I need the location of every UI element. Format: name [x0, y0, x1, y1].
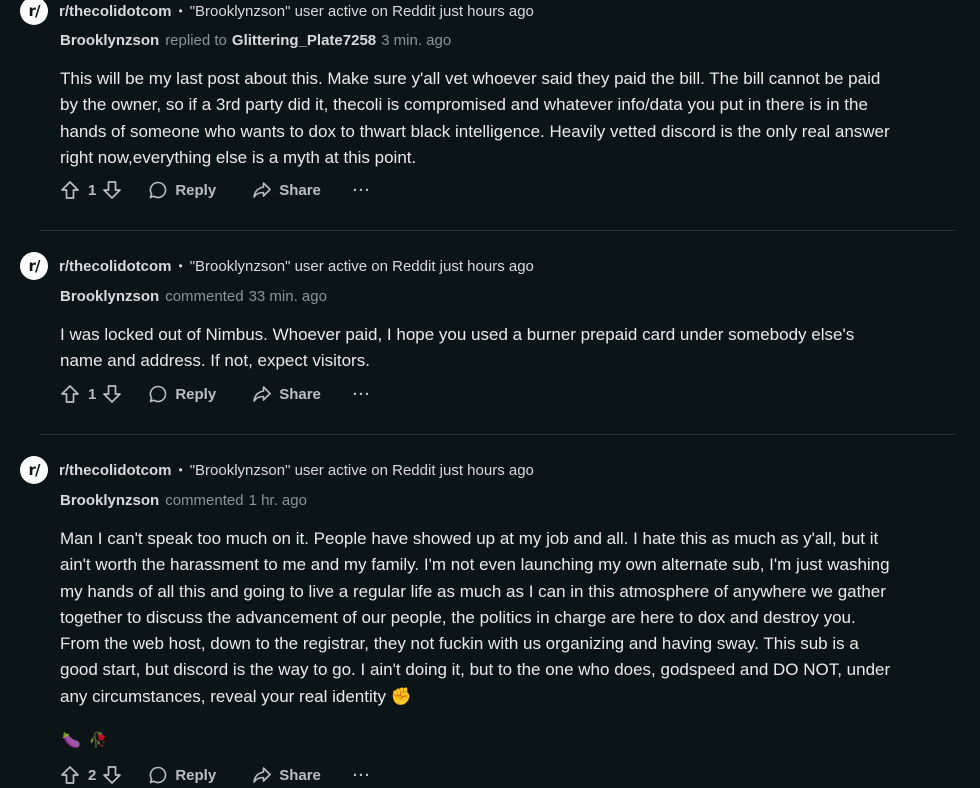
share-icon [253, 182, 272, 198]
share-label: Share [279, 181, 321, 199]
post-title-link[interactable]: "Brooklynzson" user active on Reddit jus… [190, 3, 534, 20]
comment-body: I was locked out of Nimbus. Whoever paid… [60, 325, 855, 371]
comment-action: commented [165, 288, 244, 305]
reply-button[interactable]: Reply [148, 180, 216, 200]
reply-label: Reply [175, 766, 217, 784]
share-label: Share [279, 385, 321, 403]
subreddit-link[interactable]: r/thecolidotcom [59, 462, 172, 479]
subreddit-avatar[interactable]: r/ [20, 456, 48, 484]
subreddit-link[interactable]: r/thecolidotcom [59, 258, 172, 275]
downvote-button[interactable] [102, 180, 122, 200]
author-link[interactable]: Brooklynzson [60, 32, 159, 49]
comment-action: replied to [165, 32, 227, 49]
upvote-button[interactable] [60, 765, 80, 785]
post-title-link[interactable]: "Brooklynzson" user active on Reddit jus… [190, 462, 534, 479]
comment-divider [40, 230, 955, 231]
reply-target-link[interactable]: Glittering_Plate7258 [232, 32, 376, 49]
author-link[interactable]: Brooklynzson [60, 288, 159, 305]
upvote-icon [61, 385, 79, 403]
reply-label: Reply [175, 385, 217, 403]
more-options-button[interactable]: ··· [353, 386, 371, 403]
vote-count: 1 [88, 385, 97, 403]
comment-header: r/ r/thecolidotcom • "Brooklynzson" user… [20, 252, 534, 280]
separator-dot: • [178, 4, 183, 18]
comment-actions: 1 Reply Share ··· [60, 381, 371, 407]
share-label: Share [279, 766, 321, 784]
upvote-icon [61, 766, 79, 784]
comment-meta: Brooklynzson replied to Glittering_Plate… [60, 32, 451, 49]
upvote-button[interactable] [60, 180, 80, 200]
comment-actions: 1 Reply Share ··· [60, 177, 371, 203]
comment-timestamp[interactable]: 3 min. ago [381, 32, 451, 49]
share-button[interactable]: Share [252, 180, 321, 200]
share-button[interactable]: Share [252, 384, 321, 404]
downvote-icon [103, 181, 122, 199]
chat-bubble-icon [149, 766, 167, 784]
comment-actions: 2 Reply Share ··· [60, 762, 371, 788]
reaction-emoji[interactable]: 🍆 [62, 731, 81, 749]
share-icon [253, 386, 272, 402]
share-button[interactable]: Share [252, 765, 321, 785]
comment-divider [40, 434, 955, 435]
upvote-button[interactable] [60, 384, 80, 404]
reply-label: Reply [175, 181, 217, 199]
upvote-icon [61, 181, 79, 199]
reply-button[interactable]: Reply [148, 384, 216, 404]
reply-button[interactable]: Reply [148, 765, 216, 785]
chat-bubble-icon [149, 181, 167, 199]
author-link[interactable]: Brooklynzson [60, 492, 159, 509]
post-title-link[interactable]: "Brooklynzson" user active on Reddit jus… [190, 258, 534, 275]
downvote-icon [103, 385, 122, 403]
subreddit-avatar[interactable]: r/ [20, 0, 48, 25]
share-icon [253, 767, 272, 783]
comment-meta: Brooklynzson commented 33 min. ago [60, 288, 327, 305]
chat-bubble-icon [149, 385, 167, 403]
separator-dot: • [178, 259, 183, 273]
reaction-row: 🍆 🥀 [62, 731, 107, 749]
reaction-emoji[interactable]: 🥀 [89, 731, 108, 749]
vote-count: 1 [88, 181, 97, 199]
downvote-button[interactable] [102, 765, 122, 785]
more-options-button[interactable]: ··· [353, 767, 371, 784]
comment-timestamp[interactable]: 1 hr. ago [249, 492, 307, 509]
comment-body: Man I can't speak too much on it. People… [60, 529, 891, 706]
vote-count: 2 [88, 766, 97, 784]
more-options-button[interactable]: ··· [353, 182, 371, 199]
downvote-button[interactable] [102, 384, 122, 404]
comment-header: r/ r/thecolidotcom • "Brooklynzson" user… [20, 456, 534, 484]
separator-dot: • [178, 463, 183, 477]
comment-header: r/ r/thecolidotcom • "Brooklynzson" user… [20, 0, 534, 25]
comment-action: commented [165, 492, 244, 509]
subreddit-link[interactable]: r/thecolidotcom [59, 3, 172, 20]
comment-body: This will be my last post about this. Ma… [60, 69, 890, 167]
downvote-icon [103, 766, 122, 784]
subreddit-avatar[interactable]: r/ [20, 252, 48, 280]
comment-meta: Brooklynzson commented 1 hr. ago [60, 492, 307, 509]
comment-timestamp[interactable]: 33 min. ago [249, 288, 327, 305]
